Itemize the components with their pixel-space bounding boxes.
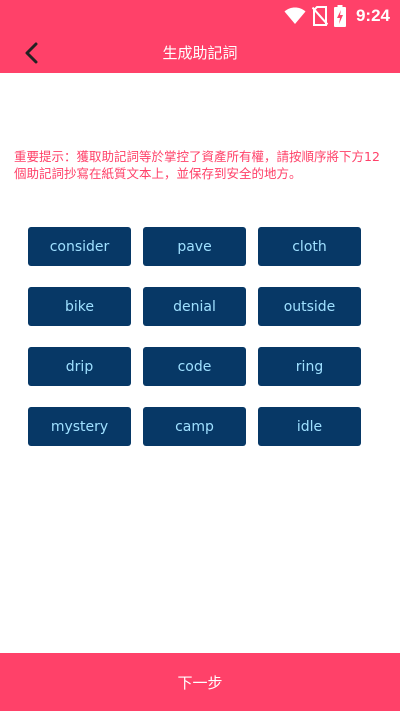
mnemonic-word-grid: consider pave cloth bike denial outside … (28, 227, 361, 446)
mnemonic-word[interactable]: outside (258, 287, 361, 326)
mnemonic-word[interactable]: idle (258, 407, 361, 446)
status-icons: 9:24 (284, 5, 390, 27)
mnemonic-word[interactable]: consider (28, 227, 131, 266)
page-title: 生成助記詞 (162, 44, 238, 62)
wifi-icon (284, 7, 306, 25)
next-step-button[interactable]: 下一步 (0, 653, 400, 711)
mnemonic-word[interactable]: mystery (28, 407, 131, 446)
top-bar: 9:24 生成助記詞 (0, 0, 400, 73)
mnemonic-screen: 9:24 生成助記詞 重要提示：獲取助記詞等於掌控了資產所有權，請按順序將下方1… (0, 0, 400, 711)
mnemonic-word[interactable]: bike (28, 287, 131, 326)
status-bar: 9:24 (0, 0, 400, 32)
mnemonic-word[interactable]: camp (143, 407, 246, 446)
mnemonic-word[interactable]: drip (28, 347, 131, 386)
mnemonic-word[interactable]: cloth (258, 227, 361, 266)
mnemonic-word[interactable]: pave (143, 227, 246, 266)
security-hint: 重要提示：獲取助記詞等於掌控了資產所有權，請按順序將下方12個助記詞抄寫在紙質文… (14, 149, 380, 181)
mnemonic-word[interactable]: code (143, 347, 246, 386)
status-time: 9:24 (355, 6, 390, 25)
mnemonic-word[interactable]: ring (258, 347, 361, 386)
mnemonic-word[interactable]: denial (143, 287, 246, 326)
app-header: 生成助記詞 (0, 32, 400, 73)
battery-charging-icon (333, 5, 346, 27)
no-sim-icon (311, 6, 328, 26)
